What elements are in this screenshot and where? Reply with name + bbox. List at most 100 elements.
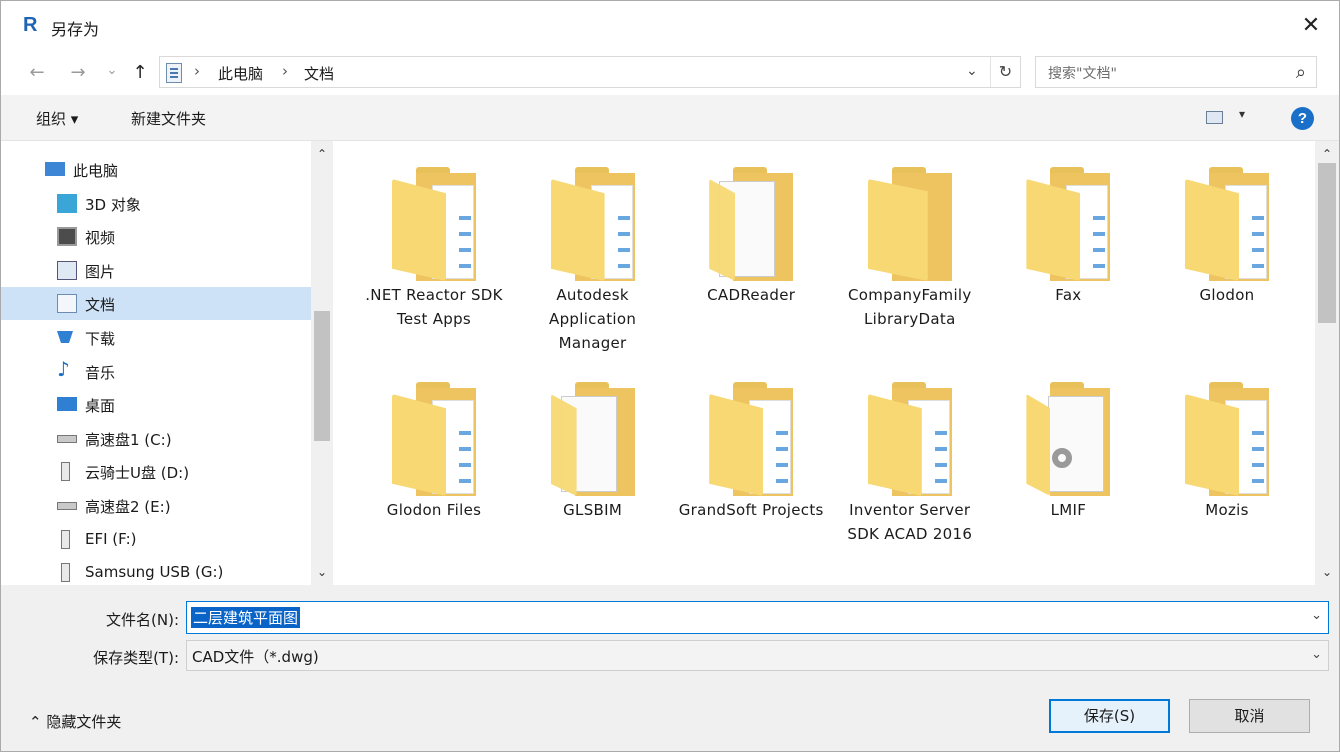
breadcrumb-documents[interactable]: 文档 bbox=[304, 63, 334, 84]
view-options-icon[interactable] bbox=[1206, 111, 1223, 124]
command-bar: 组织 ▾ 新建文件夹 ▾ ? bbox=[1, 95, 1339, 141]
folder-item[interactable]: GLSBIM bbox=[518, 380, 668, 590]
folder-name: Glodon Files bbox=[386, 501, 482, 519]
save-button[interactable]: 保存(S) bbox=[1049, 699, 1170, 733]
folder-icon bbox=[1026, 167, 1111, 281]
save-options-panel: 文件名(N): 二层建筑平面图 ⌄ 保存类型(T): CAD文件（*.dwg) … bbox=[1, 585, 1339, 751]
filetype-value: CAD文件（*.dwg) bbox=[192, 648, 319, 666]
folder-item[interactable]: CompanyFamily LibraryData bbox=[835, 165, 985, 375]
folder-icon bbox=[867, 167, 952, 281]
usb-drive-icon bbox=[61, 462, 70, 482]
help-button[interactable]: ? bbox=[1291, 107, 1314, 130]
folder-icon bbox=[392, 382, 476, 496]
desktop-icon bbox=[57, 397, 77, 412]
nav-item-label: 高速盘2 (E:) bbox=[85, 498, 171, 516]
cancel-button[interactable]: 取消 bbox=[1189, 699, 1310, 733]
close-button[interactable]: ✕ bbox=[1293, 9, 1329, 43]
scroll-up-arrow[interactable]: ⌃ bbox=[311, 147, 333, 165]
nav-item[interactable]: 高速盘2 (E:) bbox=[1, 489, 311, 522]
search-box[interactable]: 搜索"文档" ⌕ bbox=[1035, 56, 1317, 88]
nav-scrollbar[interactable]: ⌃ ⌄ bbox=[311, 141, 333, 585]
up-button[interactable]: ↑ bbox=[129, 61, 151, 85]
folder-item[interactable]: Fax bbox=[993, 165, 1143, 375]
folder-item[interactable]: Glodon bbox=[1152, 165, 1302, 375]
folder-icon bbox=[392, 167, 476, 281]
nav-item-label: 音乐 bbox=[85, 363, 116, 382]
folder-item[interactable]: .NET Reactor SDK Test Apps bbox=[359, 165, 509, 375]
folder-item[interactable]: GrandSoft Projects bbox=[676, 380, 826, 590]
nav-item[interactable]: ♪ 音乐 bbox=[1, 355, 311, 388]
nav-item[interactable]: 高速盘1 (C:) bbox=[1, 422, 311, 455]
filetype-label: 保存类型(T): bbox=[93, 649, 179, 667]
filetype-select[interactable]: CAD文件（*.dwg) ⌄ bbox=[186, 640, 1329, 671]
view-dropdown-button[interactable]: ▾ bbox=[1239, 107, 1245, 121]
folder-icon bbox=[709, 167, 794, 281]
folder-name: Inventor Server SDK ACAD 2016 bbox=[847, 501, 973, 543]
filename-value[interactable]: 二层建筑平面图 bbox=[191, 607, 301, 628]
nav-scrollbar-thumb[interactable] bbox=[314, 311, 330, 441]
nav-item[interactable]: 下载 bbox=[1, 321, 311, 354]
nav-item[interactable]: 文档 bbox=[1, 287, 311, 321]
address-bar[interactable]: › 此电脑 › 文档 ⌄ ↻ bbox=[159, 56, 1021, 88]
nav-item-label: 文档 bbox=[85, 296, 116, 315]
folder-item[interactable]: Inventor Server SDK ACAD 2016 bbox=[835, 380, 985, 590]
folder-item[interactable]: Autodesk Application Manager bbox=[518, 165, 668, 375]
folder-gear-icon bbox=[1026, 382, 1111, 496]
folder-name: GLSBIM bbox=[563, 501, 623, 519]
folder-icon bbox=[1185, 382, 1269, 496]
nav-item-label: 高速盘1 (C:) bbox=[85, 430, 172, 449]
music-icon: ♪ bbox=[57, 356, 70, 381]
folder-name: Mozis bbox=[1205, 501, 1249, 519]
scroll-down-arrow[interactable]: ⌄ bbox=[1316, 565, 1338, 583]
refresh-button[interactable]: ↻ bbox=[990, 57, 1020, 87]
nav-item[interactable]: 此电脑 bbox=[1, 153, 311, 186]
file-list-scrollbar-thumb[interactable] bbox=[1318, 163, 1336, 323]
nav-item[interactable]: 视频 bbox=[1, 220, 311, 253]
folder-icon bbox=[1185, 167, 1269, 281]
folder-name: CADReader bbox=[707, 286, 796, 304]
nav-item-label: EFI (F:) bbox=[85, 529, 137, 548]
folder-name: Glodon bbox=[1199, 286, 1255, 304]
hide-folders-button[interactable]: ⌃ 隐藏文件夹 bbox=[29, 711, 121, 732]
nav-item[interactable]: 图片 bbox=[1, 254, 311, 287]
file-list-scrollbar[interactable]: ⌃ ⌄ bbox=[1315, 141, 1339, 585]
dialog-title: 另存为 bbox=[51, 20, 100, 39]
filename-field[interactable]: 二层建筑平面图 ⌄ bbox=[186, 601, 1329, 634]
folder-name: CompanyFamily LibraryData bbox=[848, 286, 972, 328]
file-list: .NET Reactor SDK Test Apps Autodesk Appli… bbox=[333, 141, 1315, 585]
folder-icon bbox=[709, 382, 794, 496]
folder-icon bbox=[550, 382, 635, 496]
new-folder-button[interactable]: 新建文件夹 bbox=[131, 108, 206, 129]
forward-button[interactable]: → bbox=[67, 61, 89, 85]
nav-item[interactable]: 桌面 bbox=[1, 388, 311, 421]
nav-item[interactable]: 云骑士U盘 (D:) bbox=[1, 455, 311, 488]
address-dropdown-button[interactable]: ⌄ bbox=[966, 63, 978, 79]
nav-item[interactable]: EFI (F:) bbox=[1, 523, 311, 556]
breadcrumb-this-pc[interactable]: 此电脑 bbox=[218, 63, 263, 84]
usb-drive-icon bbox=[61, 529, 70, 549]
back-button[interactable]: ← bbox=[26, 61, 48, 85]
address-row: ← → ⌄ ↑ › 此电脑 › 文档 ⌄ ↻ 搜索"文档" ⌕ bbox=[1, 51, 1339, 95]
nav-item[interactable]: 3D 对象 bbox=[1, 187, 311, 220]
search-input[interactable]: 搜索"文档" bbox=[1048, 63, 1117, 83]
recent-locations-button[interactable]: ⌄ bbox=[101, 59, 123, 83]
folder-item[interactable]: Glodon Files bbox=[359, 380, 509, 590]
documents-icon bbox=[57, 294, 77, 314]
folder-item[interactable]: Mozis bbox=[1152, 380, 1302, 590]
scroll-down-arrow[interactable]: ⌄ bbox=[311, 565, 333, 583]
folder-item[interactable]: CADReader bbox=[676, 165, 826, 375]
filename-dropdown-icon[interactable]: ⌄ bbox=[1311, 608, 1322, 623]
folder-name: GrandSoft Projects bbox=[678, 501, 824, 519]
revit-logo-icon: R bbox=[23, 14, 38, 36]
organize-button[interactable]: 组织 ▾ bbox=[36, 108, 78, 129]
filetype-dropdown-icon[interactable]: ⌄ bbox=[1311, 647, 1322, 662]
folder-name: LMIF bbox=[1050, 501, 1087, 519]
nav-item-label: 图片 bbox=[85, 262, 116, 281]
folder-item[interactable]: LMIF bbox=[993, 380, 1143, 590]
nav-item-label: 3D 对象 bbox=[85, 195, 141, 214]
drive-icon bbox=[57, 434, 77, 443]
folder-name: Autodesk Application Manager bbox=[549, 286, 637, 352]
nav-item-label: 视频 bbox=[85, 229, 116, 248]
breadcrumb-separator: › bbox=[282, 62, 288, 80]
usb-drive-icon bbox=[61, 563, 70, 583]
